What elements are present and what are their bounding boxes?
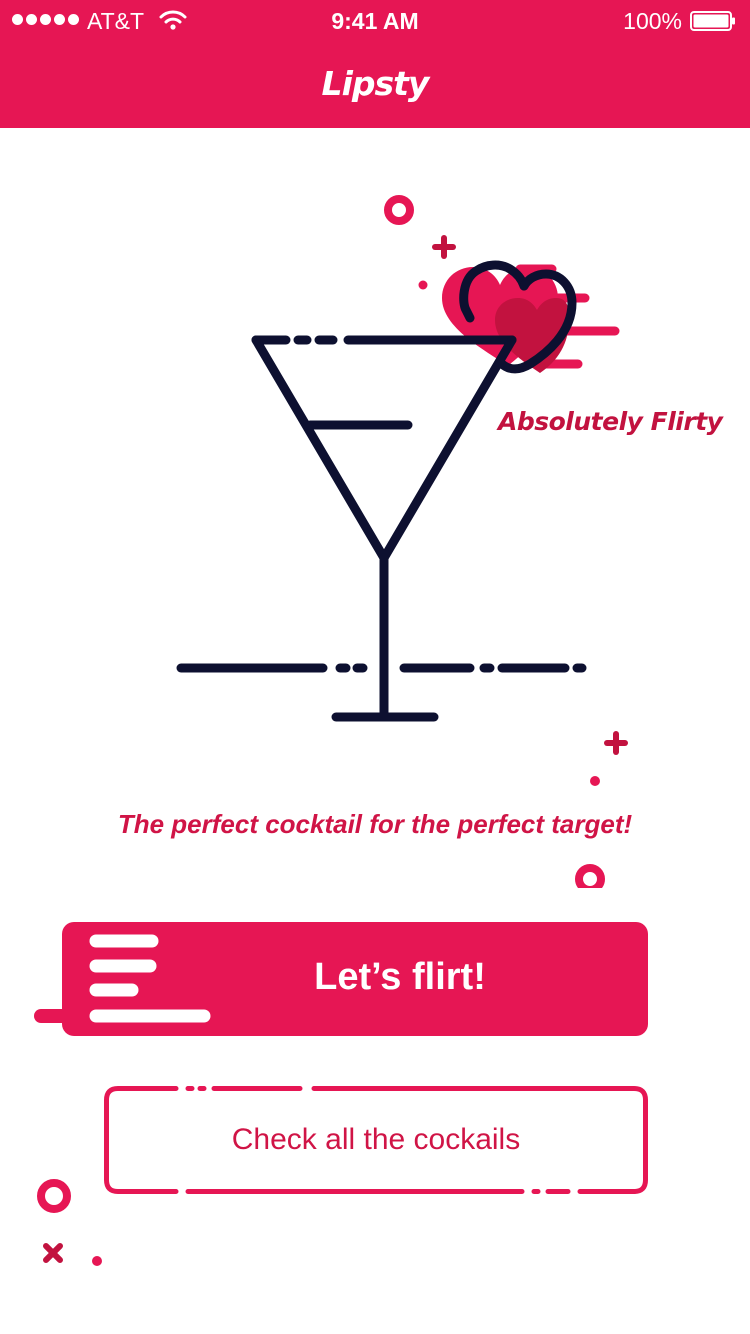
check-all-cocktails-label: Check all the cockails: [231, 1123, 521, 1156]
plus-decoration-icon: [432, 235, 456, 259]
dot-decoration-icon: [418, 280, 428, 290]
dot-decoration-icon: [590, 776, 600, 786]
battery-percent: 100%: [623, 8, 682, 34]
check-all-cocktails-button[interactable]: Check all the cockails: [104, 1086, 648, 1194]
status-bar: AT&T 9:41 AM 100%: [0, 0, 750, 40]
martini-glass-icon: [176, 335, 587, 722]
ring-decoration-icon: [37, 1179, 71, 1213]
app-screen: AT&T 9:41 AM 100% Lipsty Absolutely Flir…: [0, 0, 750, 1334]
app-title: Lipsty: [321, 64, 430, 103]
app-header: AT&T 9:41 AM 100% Lipsty: [0, 0, 750, 128]
flavor-label: Absolutely Flirty: [498, 407, 723, 436]
bottom-decorations: [37, 1179, 102, 1266]
plus-decoration-icon: [604, 731, 628, 755]
lets-flirt-button[interactable]: Let’s flirt!: [62, 922, 648, 1036]
cross-decoration-icon: [43, 1243, 63, 1263]
lets-flirt-label: Let’s flirt!: [314, 956, 486, 998]
ring-decoration-icon: [384, 195, 414, 225]
dot-decoration-icon: [92, 1256, 102, 1266]
battery-icon: [690, 11, 735, 31]
cocktail-illustration: [176, 195, 628, 888]
ring-decoration-icon: [575, 864, 605, 888]
tagline: The perfect cocktail for the perfect tar…: [117, 809, 633, 839]
